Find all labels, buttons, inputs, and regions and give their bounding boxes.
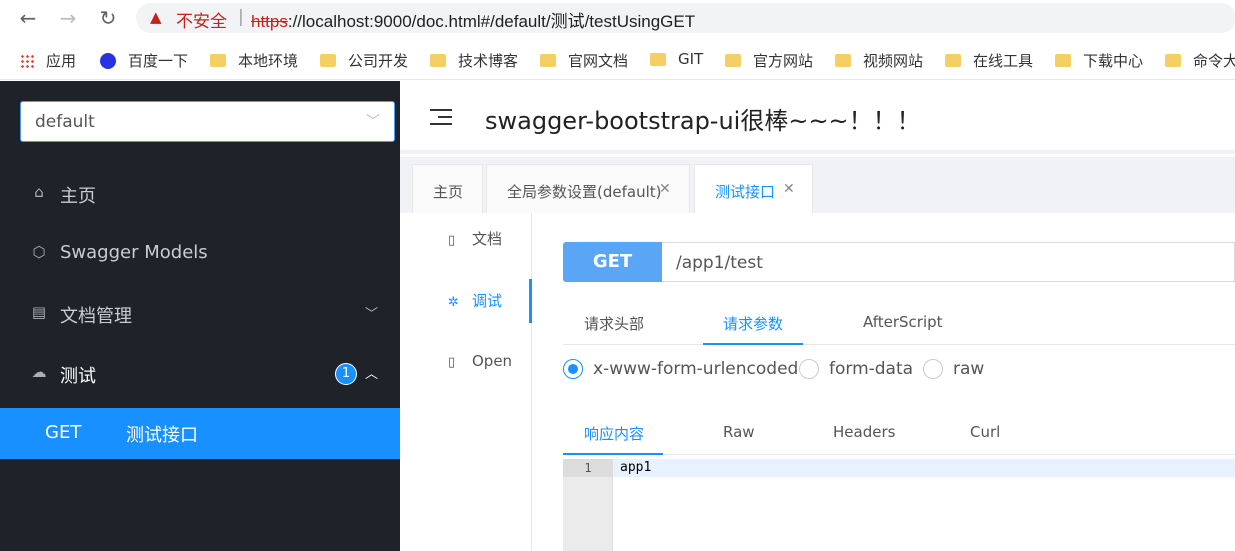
folder-icon — [650, 52, 666, 66]
tab-response-content[interactable]: 响应内容 — [584, 423, 644, 444]
bookmark-folder[interactable]: 本地环境 — [210, 50, 298, 71]
group-select-value: default — [35, 112, 95, 132]
chevron-up-icon: ︿ — [364, 367, 378, 382]
folder-icon — [945, 54, 961, 67]
folder-icon — [1165, 54, 1181, 67]
radio-raw[interactable]: raw — [923, 359, 984, 379]
tab-underline — [703, 343, 803, 345]
document-manage-icon: ▤ — [31, 303, 47, 321]
home-icon: ⌂ — [34, 183, 44, 201]
back-icon[interactable]: ← — [16, 6, 40, 30]
browser-toolbar: ← → ↻ ▲ 不安全 | https://localhost:9000/doc… — [0, 0, 1235, 37]
folder-icon — [430, 54, 446, 67]
tab-request-params[interactable]: 请求参数 — [723, 313, 783, 334]
warning-icon: ▲ — [150, 8, 162, 26]
chevron-down-icon: ﹀ — [364, 307, 378, 322]
group-select[interactable]: default ﹀ — [20, 101, 395, 142]
menu-fold-icon[interactable] — [430, 105, 454, 129]
folder-icon — [835, 54, 851, 67]
reload-icon[interactable]: ↻ — [96, 6, 120, 30]
api-side-menu: ▯ 文档 ✲ 调试 ▯ Open — [400, 213, 532, 551]
cloud-icon: ☁ — [31, 363, 47, 381]
apps-grid-icon — [20, 53, 34, 68]
tab-home[interactable]: 主页 — [412, 164, 483, 213]
api-path-field[interactable]: /app1/test — [662, 242, 1235, 282]
tab-afterscript[interactable]: AfterScript — [863, 313, 943, 331]
method-badge: GET — [563, 242, 662, 282]
sidebar-item-swagger-models[interactable]: ⬡ Swagger Models — [0, 229, 400, 279]
url-text[interactable]: https://localhost:9000/doc.html#/default… — [251, 7, 695, 32]
folder-icon — [725, 54, 741, 67]
close-icon[interactable]: ✕ — [659, 181, 671, 197]
bookmarks-bar: 应用 百度一下 本地环境 公司开发 技术博客 官网文档 GIT 官方网站 视频网… — [0, 40, 1235, 80]
address-separator: | — [238, 7, 244, 27]
file-icon: ▯ — [448, 355, 456, 370]
side-menu-doc[interactable]: ▯ 文档 — [448, 228, 502, 249]
request-tabs: 请求头部 请求参数 AfterScript — [563, 303, 1235, 345]
bookmark-folder[interactable]: 下载中心 — [1055, 50, 1143, 71]
cube-icon: ⬡ — [32, 243, 46, 261]
line-gutter: 1 — [563, 459, 613, 551]
folder-icon — [210, 54, 226, 67]
sidebar-item-label: Swagger Models — [60, 242, 208, 263]
line-number: 1 — [563, 459, 613, 477]
encoding-radio-group: x-www-form-urlencoded form-data raw — [563, 359, 1235, 383]
bookmark-baidu[interactable]: 百度一下 — [100, 50, 188, 71]
bug-icon: ✲ — [448, 295, 459, 310]
tab-headers[interactable]: Headers — [833, 423, 895, 441]
sidebar-item-label: 文档管理 — [60, 306, 132, 327]
forward-icon[interactable]: → — [56, 6, 80, 30]
count-badge: 1 — [335, 363, 357, 385]
bookmark-folder[interactable]: 官方网站 — [725, 50, 813, 71]
api-content: ▯ 文档 ✲ 调试 ▯ Open GET /app1/test 请求头部 请求参数 A… — [400, 213, 1235, 551]
page-title: swagger-bootstrap-ui很棒~~~！！！ — [485, 107, 921, 135]
chevron-down-icon: ﹀ — [366, 114, 380, 130]
bookmark-folder[interactable]: 技术博客 — [430, 50, 518, 71]
sidebar-item-label: 主页 — [60, 186, 96, 207]
tab-underline — [563, 453, 663, 455]
sidebar-item-home[interactable]: ⌂ 主页 — [0, 169, 400, 219]
response-tabs: 响应内容 Raw Headers Curl — [563, 419, 1235, 455]
tab-request-headers[interactable]: 请求头部 — [584, 313, 644, 334]
radio-urlencoded[interactable]: x-www-form-urlencoded — [563, 359, 798, 379]
active-indicator — [529, 279, 532, 323]
baidu-icon — [100, 52, 116, 69]
main-header: swagger-bootstrap-ui很棒~~~！！！ — [400, 81, 1235, 154]
close-icon[interactable]: ✕ — [783, 181, 795, 197]
tab-raw[interactable]: Raw — [723, 423, 755, 441]
api-name: 测试接口 — [126, 425, 198, 446]
bookmark-apps[interactable]: 应用 — [20, 50, 76, 71]
side-menu-debug[interactable]: ✲ 调试 — [448, 290, 502, 311]
tab-bar: 主页 全局参数设置(default) ✕ 测试接口 ✕ — [400, 157, 1235, 214]
insecure-label[interactable]: 不安全 — [176, 7, 227, 32]
radio-form-data[interactable]: form-data — [799, 359, 913, 379]
folder-icon — [320, 54, 336, 67]
bookmark-folder[interactable]: 官网文档 — [540, 50, 628, 71]
sidebar-subitem-test-api[interactable]: GET 测试接口 — [0, 408, 400, 459]
method-label: GET — [45, 422, 82, 443]
folder-icon — [540, 54, 556, 67]
tab-curl[interactable]: Curl — [970, 423, 1000, 441]
active-line — [613, 459, 1235, 477]
tab-global-params[interactable]: 全局参数设置(default) ✕ — [486, 164, 690, 213]
bookmark-folder[interactable]: 视频网站 — [835, 50, 923, 71]
sidebar-item-label: 测试 — [60, 366, 96, 387]
response-editor[interactable]: 1 app1 — [563, 459, 1235, 551]
sidebar-item-test[interactable]: ☁ 测试 1 ︿ — [0, 349, 400, 399]
bookmark-folder[interactable]: 命令大 — [1165, 50, 1235, 71]
folder-icon — [1055, 54, 1071, 67]
tab-test-api[interactable]: 测试接口 ✕ — [694, 164, 813, 214]
bookmark-folder[interactable]: 公司开发 — [320, 50, 408, 71]
bookmark-folder[interactable]: GIT — [650, 50, 703, 68]
sidebar-item-doc-manage[interactable]: ▤ 文档管理 ﹀ — [0, 289, 400, 339]
bookmark-folder[interactable]: 在线工具 — [945, 50, 1033, 71]
document-icon: ▯ — [448, 233, 456, 248]
response-code: app1 — [620, 460, 652, 475]
sidebar: default ﹀ ⌂ 主页 ⬡ Swagger Models ▤ 文档管理 ﹀… — [0, 81, 400, 551]
side-menu-open[interactable]: ▯ Open — [448, 352, 512, 370]
